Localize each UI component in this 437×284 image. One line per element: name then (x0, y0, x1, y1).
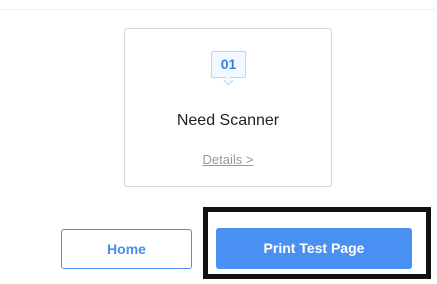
status-title: Need Scanner (176, 112, 280, 129)
step-number-badge: 01 (211, 51, 246, 78)
print-test-page-button[interactable]: Print Test Page (216, 228, 412, 269)
home-button[interactable]: Home (61, 229, 192, 269)
print-setup-page: 01 Need Scanner Details > Home Print Tes… (0, 0, 437, 284)
top-divider (0, 9, 437, 10)
details-link[interactable]: Details > (125, 152, 331, 167)
status-card: 01 Need Scanner Details > (124, 28, 332, 187)
